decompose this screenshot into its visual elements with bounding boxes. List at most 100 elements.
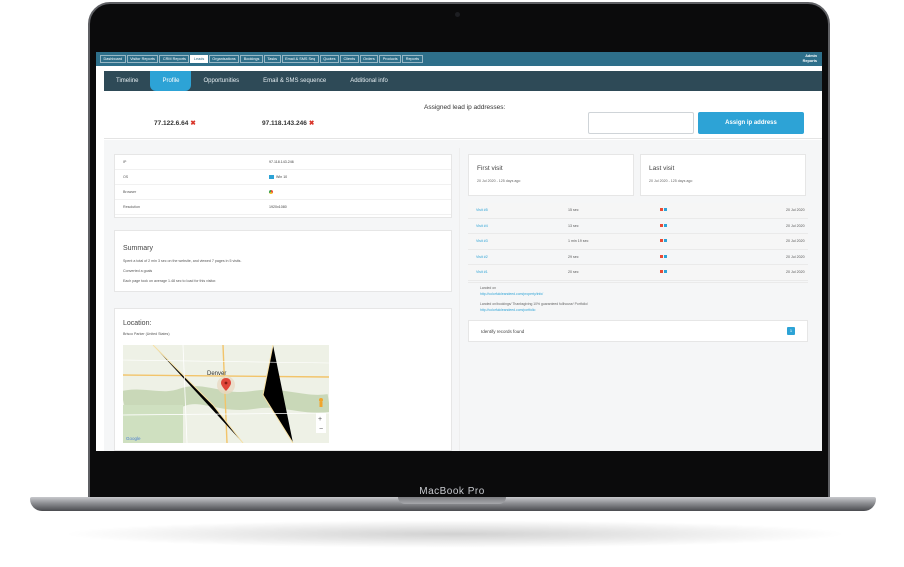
summary-panel: Summary Spent a total of 2 min 3 sec on …: [114, 230, 452, 292]
chrome-icon: [660, 270, 663, 273]
nav-item-orders[interactable]: Orders: [359, 55, 379, 63]
visit-duration: 20 sec: [568, 270, 579, 274]
nav-item-visitor-reports[interactable]: Visitor Reports: [126, 55, 159, 63]
visit-device-icons: [660, 254, 668, 259]
table-row[interactable]: Visit #5 15 sec 20 Jul 2020: [468, 203, 808, 219]
profile-tabs: Timeline Profile Opportunities Email & S…: [104, 71, 822, 91]
visit-link[interactable]: Visit #5: [476, 208, 488, 212]
table-row[interactable]: Visit #3 1 min 19 sec 20 Jul 2020: [468, 234, 808, 250]
map-graphic: Denver + − Google: [123, 345, 329, 443]
nav-item-email-sms[interactable]: Email & SMS Seq: [281, 55, 319, 63]
visit-device-icons: [660, 223, 668, 228]
visit-device-icons: [660, 239, 668, 243]
detail-value: Win 10: [276, 174, 288, 179]
windows-icon: [664, 254, 667, 258]
detail-key: Resolution: [123, 205, 140, 209]
top-navigation: Dashboard Visitor Reports CRM Reports Le…: [96, 52, 822, 66]
remove-ip-icon[interactable]: ✖: [309, 120, 314, 127]
detail-row-ip: IP 97.118.143.246: [115, 155, 451, 170]
nav-item-dashboard[interactable]: Dashboard: [100, 55, 126, 63]
tab-profile[interactable]: Profile: [150, 71, 192, 91]
windows-icon: [664, 239, 667, 242]
first-visit-heading: First visit: [477, 165, 503, 172]
identify-records-panel: Identify records found 1: [468, 320, 808, 342]
device-brand-label: MacBook Pro: [419, 486, 485, 497]
column-divider: [459, 148, 460, 451]
google-logo: Google: [126, 436, 141, 441]
ip-address-value: 77.122.6.64: [154, 120, 189, 127]
map-city-label: Denver: [207, 371, 226, 377]
table-row[interactable]: Visit #1 20 sec 20 Jul 2020: [468, 265, 808, 281]
chrome-icon: [269, 190, 273, 195]
windows-icon: [664, 223, 667, 227]
chrome-icon: [660, 239, 663, 242]
tab-opportunities[interactable]: Opportunities: [191, 71, 251, 91]
windows-icon: [269, 175, 274, 180]
detail-row-browser: Browser: [115, 185, 451, 200]
visit-date: 20 Jul 2020: [786, 254, 805, 259]
laptop-frame: MacBook Pro Dashboard Visitor Reports CR…: [0, 0, 904, 567]
svg-text:+: +: [318, 416, 322, 423]
first-visit-date: 20 Jul 2020 - 125 days ago: [477, 179, 521, 183]
ip-address-item: 97.118.143.246 ✖: [262, 119, 314, 127]
last-visit-heading: Last visit: [649, 165, 675, 172]
visit-link[interactable]: Visit #4: [476, 224, 488, 228]
zoom-controls: + −: [316, 413, 326, 433]
chrome-icon: [660, 223, 663, 227]
summary-line: Converted a goals: [123, 269, 153, 273]
nav-item-products[interactable]: Products: [379, 55, 402, 63]
visit-date: 20 Jul 2020: [786, 208, 805, 212]
landing-url-link[interactable]: http://colorfulcleandeed.com/portfolio: [480, 308, 535, 312]
nav-item-bookings[interactable]: Bookings: [240, 55, 263, 63]
table-row[interactable]: Visit #2 29 sec 20 Jul 2020: [468, 250, 808, 265]
table-row[interactable]: Visit #4 13 sec 20 Jul 2020: [468, 219, 808, 234]
nav-item-organisations[interactable]: Organisations: [208, 55, 240, 63]
nav-item-clients[interactable]: Clients: [340, 55, 359, 63]
location-map[interactable]: Denver + − Google: [123, 345, 329, 443]
user-line-2: Reports: [802, 59, 817, 63]
nav-item-reports[interactable]: Reports: [402, 55, 423, 63]
ip-address-section: Assigned lead ip addresses: 77.122.6.64 ✖…: [104, 91, 822, 139]
tab-email-sms-sequence[interactable]: Email & SMS sequence: [251, 71, 338, 91]
visit-duration: 13 sec: [568, 223, 579, 228]
detail-value: 97.118.143.246: [269, 160, 294, 164]
landing-url-link[interactable]: http://colorfulcleandeed.com/property/in…: [480, 292, 543, 296]
detail-key: Browser: [123, 190, 137, 194]
detail-key: IP: [123, 160, 127, 164]
visit-duration: 29 sec: [568, 254, 579, 259]
user-menu[interactable]: Admin Reports: [803, 54, 817, 64]
ip-address-value: 97.118.143.246: [262, 120, 307, 127]
landing-title: Landed on/bookings/ Thanksgiving 10% gua…: [480, 302, 588, 306]
nav-item-crm-reports[interactable]: CRM Reports: [159, 55, 190, 63]
location-address: Brisco Parker (United States): [123, 332, 170, 336]
detail-row-resolution: Resolution 1920x1080: [115, 200, 451, 215]
summary-line: Each page took on average 1.48 sec to lo…: [123, 279, 217, 283]
laptop-shadow: [60, 520, 850, 548]
assigned-ips-label: Assigned lead ip addresses:: [424, 104, 506, 111]
location-heading: Location:: [123, 320, 152, 327]
nav-item-tasks[interactable]: Tasks: [263, 55, 281, 63]
remove-ip-icon[interactable]: ✖: [190, 120, 195, 127]
nav-item-quotes[interactable]: Quotes: [319, 55, 339, 63]
landing-title: Landed on: [480, 286, 497, 290]
ip-address-input[interactable]: [588, 112, 694, 134]
visit-link[interactable]: Visit #3: [476, 239, 488, 243]
ip-address-item: 77.122.6.64 ✖: [154, 119, 196, 127]
visit-duration: 1 min 19 sec: [568, 239, 589, 243]
visit-device-icons: [660, 208, 668, 212]
nav-item-leads[interactable]: Leads: [190, 55, 208, 63]
last-visit-panel: Last visit 20 Jul 2020 - 125 days ago: [640, 154, 806, 196]
visit-link[interactable]: Visit #1: [476, 270, 488, 274]
records-count-badge[interactable]: 1: [787, 327, 795, 335]
chrome-icon: [660, 208, 663, 211]
identify-records-label: Identify records found: [481, 329, 525, 334]
tab-additional-info[interactable]: Additional info: [338, 71, 400, 91]
laptop-notch: [398, 497, 506, 504]
visit-link[interactable]: Visit #2: [476, 255, 488, 259]
location-panel: Location: Brisco Parker (United States): [114, 308, 452, 451]
assign-ip-button[interactable]: Assign ip address: [698, 112, 804, 134]
detail-row-os: OS Win 10: [115, 170, 451, 185]
camera-icon: [455, 12, 460, 17]
tab-timeline[interactable]: Timeline: [104, 71, 150, 91]
visitor-details-panel: IP 97.118.143.246 OS Win 10 Browser Reso…: [114, 154, 452, 218]
